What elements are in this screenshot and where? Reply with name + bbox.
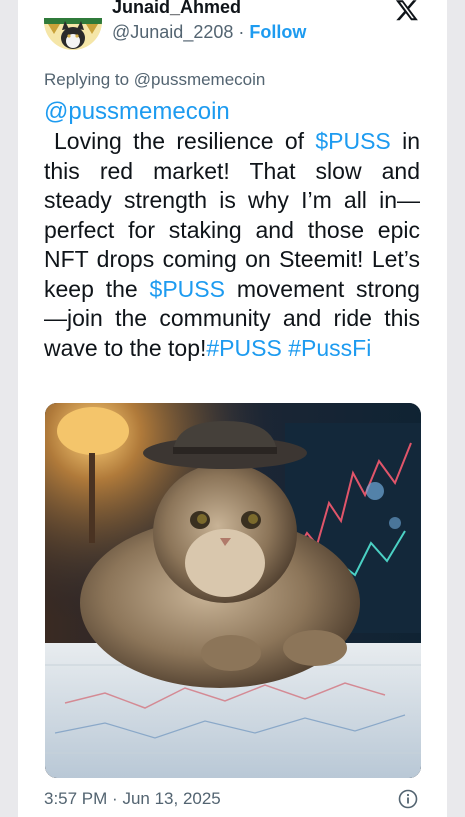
right-frame (447, 0, 465, 817)
separator: · (238, 22, 245, 42)
tweet-segment: Loving the resilience of (54, 128, 316, 154)
separator: · (112, 789, 118, 808)
mention-link[interactable]: @pussmemecoin (44, 98, 230, 126)
hashtag-link[interactable]: #PUSS (206, 335, 281, 361)
user-handle[interactable]: @Junaid_2208 (112, 22, 233, 42)
tweet-date: Jun 13, 2025 (122, 789, 221, 808)
hashtag-link[interactable]: #PussFi (288, 335, 371, 361)
timestamp[interactable]: 3:57 PM · Jun 13, 2025 (44, 789, 221, 809)
follow-button[interactable]: Follow (249, 22, 306, 42)
replying-to[interactable]: Replying to @pussmemecoin (44, 70, 265, 90)
x-logo-icon[interactable] (394, 0, 420, 22)
tweet-text: Loving the resilience of $PUSS in this r… (44, 127, 420, 363)
info-icon[interactable] (398, 789, 418, 809)
cashtag-link[interactable]: $PUSS (315, 128, 390, 154)
tweet-card: Junaid_Ahmed @Junaid_2208 · Follow Reply… (18, 0, 447, 817)
handle-row: @Junaid_2208 · Follow (112, 22, 306, 43)
cashtag-link[interactable]: $PUSS (150, 276, 225, 302)
avatar[interactable] (44, 18, 102, 50)
display-name[interactable]: Junaid_Ahmed (112, 0, 241, 18)
tweet-image[interactable] (45, 403, 421, 778)
left-frame (0, 0, 18, 817)
tweet-time: 3:57 PM (44, 789, 108, 808)
